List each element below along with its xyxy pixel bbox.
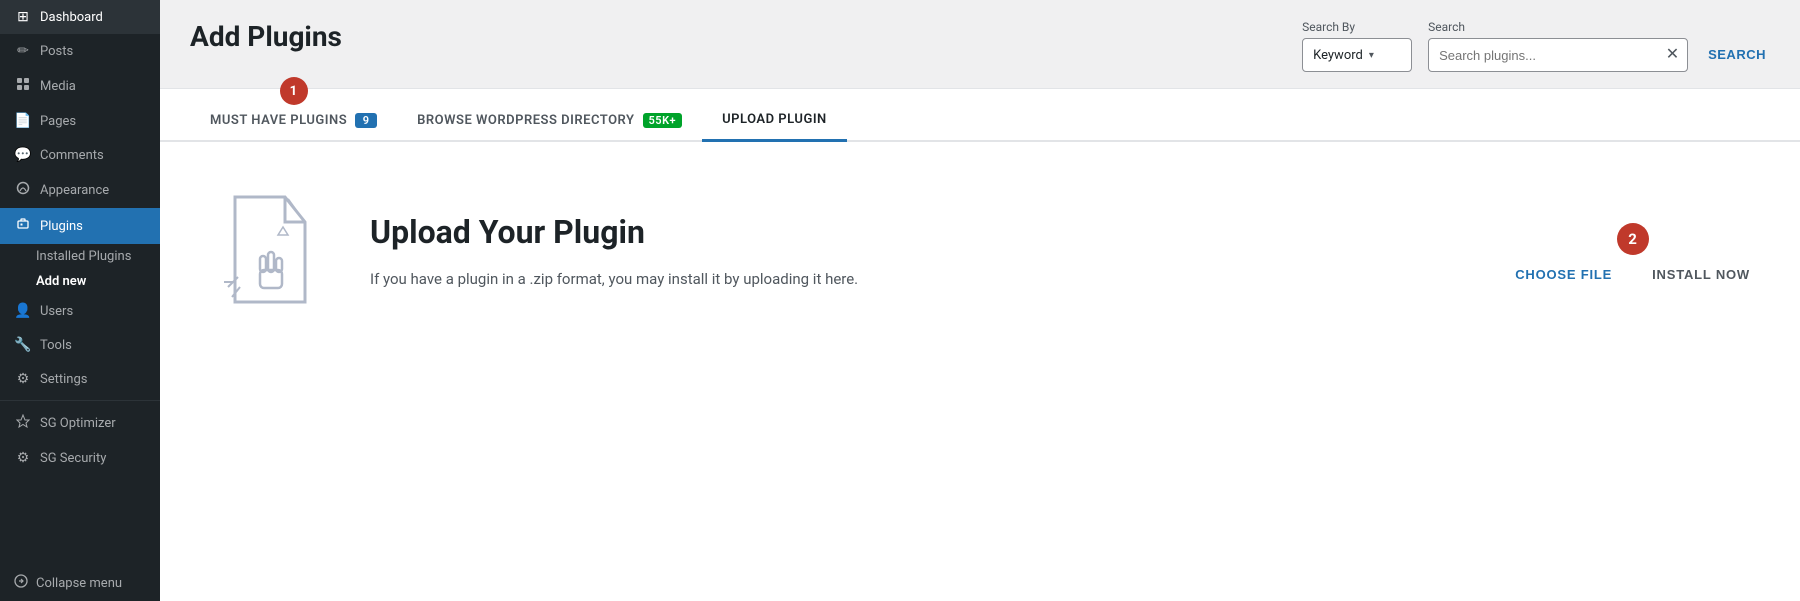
- must-have-count-badge: 9: [355, 113, 377, 128]
- keyword-select[interactable]: Keyword ▾: [1302, 38, 1412, 72]
- content-area: Upload Your Plugin If you have a plugin …: [160, 142, 1800, 601]
- search-input-wrap: ✕: [1428, 38, 1688, 72]
- tab-must-have-plugins[interactable]: 1 MUST HAVE PLUGINS 9: [190, 89, 397, 140]
- file-action-buttons: CHOOSE FILE INSTALL NOW: [1515, 267, 1750, 282]
- upload-text: Upload Your Plugin If you have a plugin …: [370, 213, 1475, 291]
- search-by-group: Search By Keyword ▾: [1302, 20, 1412, 72]
- search-label: Search: [1428, 20, 1688, 34]
- upload-actions: 2 CHOOSE FILE INSTALL NOW: [1515, 223, 1750, 282]
- upload-badge-2: 2: [1617, 223, 1649, 255]
- search-area: Search By Keyword ▾ Search ✕ SEARCH: [1302, 20, 1770, 72]
- tools-icon: 🔧: [14, 337, 32, 353]
- tab-label: MUST HAVE PLUGINS: [210, 113, 347, 128]
- topbar: Add Plugins Search By Keyword ▾ Search ✕…: [160, 0, 1800, 88]
- pages-icon: 📄: [14, 113, 32, 129]
- sidebar-item-label: Dashboard: [40, 10, 103, 25]
- sidebar: ⊞ Dashboard ✏ Posts Media 📄 Pages 💬 Comm…: [0, 0, 160, 601]
- browse-count-badge: 55K+: [643, 113, 683, 128]
- collapse-icon: [14, 574, 28, 592]
- users-icon: 👤: [14, 303, 32, 319]
- sidebar-item-pages[interactable]: 📄 Pages: [0, 104, 160, 138]
- upload-section: Upload Your Plugin If you have a plugin …: [160, 142, 1800, 362]
- sidebar-item-users[interactable]: 👤 Users: [0, 294, 160, 328]
- collapse-menu-button[interactable]: Collapse menu: [0, 565, 160, 601]
- sidebar-item-label: Media: [40, 79, 76, 94]
- sidebar-item-settings[interactable]: ⚙ Settings: [0, 362, 160, 396]
- submenu-add-new[interactable]: Add new: [0, 269, 160, 294]
- sidebar-item-media[interactable]: Media: [0, 68, 160, 104]
- media-icon: [14, 77, 32, 95]
- tab-label: UPLOAD PLUGIN: [722, 112, 827, 127]
- settings-icon: ⚙: [14, 371, 32, 387]
- sidebar-item-dashboard[interactable]: ⊞ Dashboard: [0, 0, 160, 34]
- sidebar-item-sg-security[interactable]: ⚙ SG Security: [0, 441, 160, 475]
- search-input-group: Search ✕: [1428, 20, 1688, 72]
- upload-description: If you have a plugin in a .zip format, y…: [370, 267, 1475, 291]
- sidebar-item-label: Comments: [40, 148, 104, 163]
- sidebar-item-tools[interactable]: 🔧 Tools: [0, 328, 160, 362]
- sidebar-item-label: SG Security: [40, 451, 106, 466]
- upload-title: Upload Your Plugin: [370, 213, 1475, 251]
- chevron-down-icon: ▾: [1369, 50, 1374, 61]
- tab-browse-directory[interactable]: BROWSE WORDPRESS DIRECTORY 55K+: [397, 99, 702, 140]
- tab-badge-1: 1: [280, 77, 308, 105]
- sidebar-item-label: Pages: [40, 114, 76, 129]
- submenu-installed-plugins[interactable]: Installed Plugins: [0, 244, 160, 269]
- posts-icon: ✏: [14, 43, 32, 59]
- keyword-label: Keyword: [1313, 48, 1363, 63]
- sidebar-item-comments[interactable]: 💬 Comments: [0, 138, 160, 172]
- sidebar-item-label: Posts: [40, 44, 73, 59]
- sidebar-item-posts[interactable]: ✏ Posts: [0, 34, 160, 68]
- plugins-icon: [14, 217, 32, 235]
- sg-optimizer-icon: [14, 414, 32, 432]
- choose-file-button[interactable]: CHOOSE FILE: [1515, 267, 1612, 282]
- tabs-bar: 1 MUST HAVE PLUGINS 9 BROWSE WORDPRESS D…: [160, 88, 1800, 142]
- comments-icon: 💬: [14, 147, 32, 163]
- sidebar-item-label: Tools: [40, 338, 72, 353]
- search-by-label: Search By: [1302, 20, 1412, 34]
- appearance-icon: [14, 181, 32, 199]
- sidebar-item-label: Settings: [40, 372, 87, 387]
- dashboard-icon: ⊞: [14, 9, 32, 25]
- tab-upload-plugin[interactable]: UPLOAD PLUGIN: [702, 98, 847, 142]
- sidebar-item-label: Users: [40, 304, 73, 319]
- clear-search-button[interactable]: ✕: [1658, 47, 1687, 63]
- main-content: Add Plugins Search By Keyword ▾ Search ✕…: [160, 0, 1800, 601]
- sidebar-item-plugins[interactable]: Plugins: [0, 208, 160, 244]
- sidebar-item-label: SG Optimizer: [40, 416, 116, 431]
- sg-security-icon: ⚙: [14, 450, 32, 466]
- search-input[interactable]: [1429, 48, 1658, 63]
- sidebar-item-label: Plugins: [40, 219, 83, 234]
- upload-icon: [210, 187, 330, 317]
- sidebar-item-sg-optimizer[interactable]: SG Optimizer: [0, 405, 160, 441]
- sidebar-item-label: Appearance: [40, 183, 109, 198]
- sidebar-item-appearance[interactable]: Appearance: [0, 172, 160, 208]
- page-title: Add Plugins: [190, 20, 342, 53]
- sidebar-separator: [0, 400, 160, 401]
- install-now-button[interactable]: INSTALL NOW: [1652, 267, 1750, 282]
- plugins-submenu: Installed Plugins Add new: [0, 244, 160, 294]
- tab-label: BROWSE WORDPRESS DIRECTORY: [417, 113, 634, 128]
- collapse-label: Collapse menu: [36, 576, 122, 591]
- search-button[interactable]: SEARCH: [1704, 39, 1770, 70]
